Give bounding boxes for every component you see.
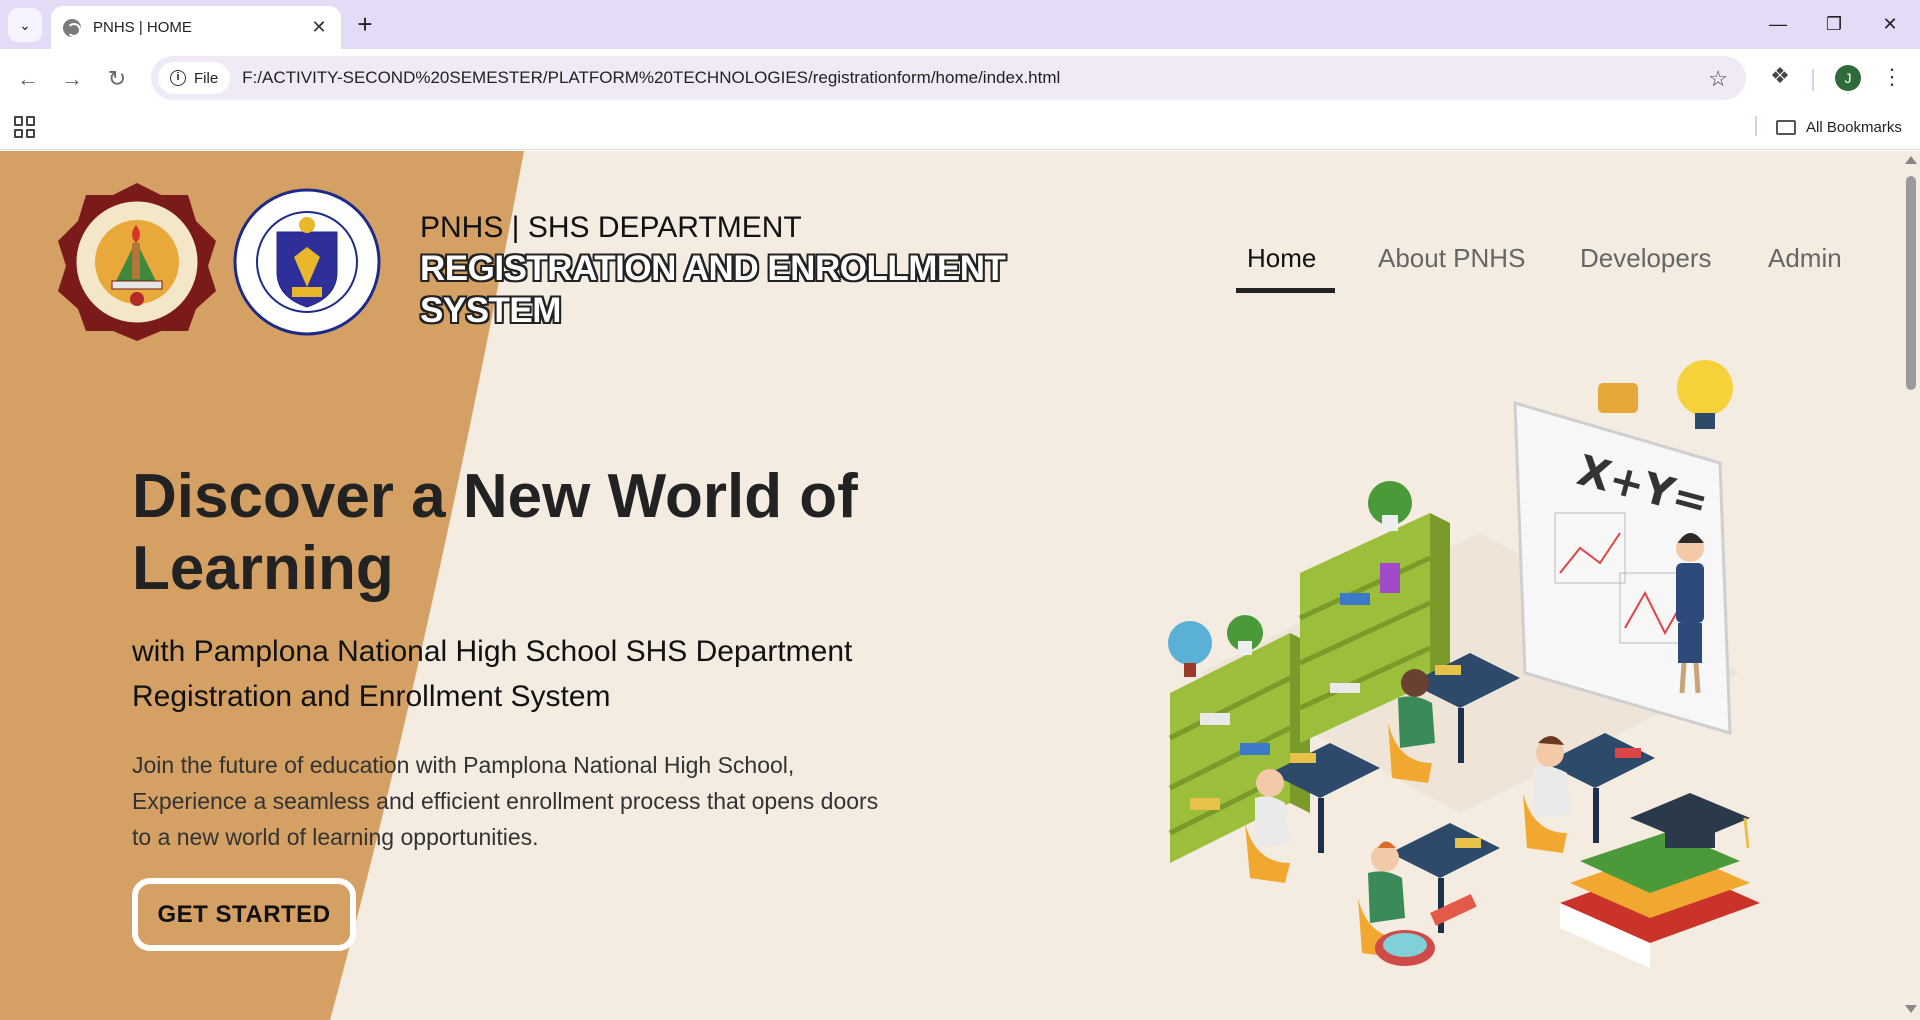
star-icon[interactable]: ☆ xyxy=(1708,66,1728,92)
scroll-down-icon[interactable] xyxy=(1905,1005,1917,1013)
site-chip-label: File xyxy=(194,69,219,87)
web-page: PNHS | SHS DEPARTMENT REGISTRATION AND E… xyxy=(0,151,1902,1020)
address-bar[interactable]: i File F:/ACTIVITY-SECOND%20SEMESTER/PLA… xyxy=(151,56,1746,100)
nav-developers[interactable]: Developers xyxy=(1580,243,1712,274)
new-tab-button[interactable]: + xyxy=(350,10,380,40)
hero-title: Discover a New World of Learning xyxy=(132,462,858,603)
lightbulb xyxy=(1677,360,1733,429)
close-icon[interactable]: ✕ xyxy=(309,17,329,38)
get-started-button[interactable]: GET STARTED xyxy=(132,878,356,951)
toolbar-separator xyxy=(1812,69,1814,91)
nav-about[interactable]: About PNHS xyxy=(1378,243,1525,274)
reload-icon[interactable]: ↻ xyxy=(101,63,133,95)
tab-title: PNHS | HOME xyxy=(93,19,192,36)
folder-icon xyxy=(1776,119,1796,135)
student-desk-4 xyxy=(1523,733,1655,853)
pnhs-school-logo xyxy=(58,183,216,341)
bookmarks-bar: All Bookmarks xyxy=(0,108,1920,150)
window-close-icon[interactable]: ✕ xyxy=(1870,8,1910,40)
forward-icon[interactable]: → xyxy=(56,63,88,95)
apps-icon[interactable] xyxy=(14,116,36,138)
system-title: REGISTRATION AND ENROLLMENT SYSTEM xyxy=(420,249,1006,330)
avatar[interactable]: J xyxy=(1835,65,1861,91)
back-icon[interactable]: ← xyxy=(12,63,44,95)
more-icon[interactable]: ⋮ xyxy=(1880,63,1904,93)
extensions-icon[interactable]: ❖ xyxy=(1766,63,1794,91)
browser-tab[interactable]: PNHS | HOME ✕ xyxy=(51,6,341,49)
tab-list-icon[interactable]: ⌄ xyxy=(8,8,42,42)
all-bookmarks-button[interactable]: All Bookmarks xyxy=(1776,114,1902,140)
browser-toolbar: ← → ↻ i File F:/ACTIVITY-SECOND%20SEMEST… xyxy=(0,49,1920,108)
restore-icon[interactable]: ❐ xyxy=(1814,8,1854,40)
scroll-up-icon[interactable] xyxy=(1905,156,1917,164)
deped-seal-logo xyxy=(233,188,381,336)
minimize-icon[interactable]: — xyxy=(1758,8,1798,40)
browser-tab-strip: ⌄ PNHS | HOME ✕ + — ❐ ✕ xyxy=(0,0,1920,49)
bookmarks-separator xyxy=(1755,116,1757,136)
books-graduation-cap xyxy=(1560,793,1760,968)
site-info-chip[interactable]: i File xyxy=(158,62,231,94)
hero-description: Join the future of education with Pamplo… xyxy=(132,752,879,850)
scrollbar-thumb[interactable] xyxy=(1906,176,1916,390)
hero-subtitle: with Pamplona National High School SHS D… xyxy=(132,635,853,713)
nav-admin[interactable]: Admin xyxy=(1768,243,1842,274)
classroom-illustration: X+Y= xyxy=(1168,360,1760,968)
nav-active-indicator xyxy=(1236,288,1335,293)
nav-home[interactable]: Home xyxy=(1247,243,1316,274)
url-text[interactable]: F:/ACTIVITY-SECOND%20SEMESTER/PLATFORM%2… xyxy=(242,68,1060,88)
info-icon: i xyxy=(170,70,186,86)
globe-icon xyxy=(63,18,81,37)
department-heading: PNHS | SHS DEPARTMENT xyxy=(420,211,802,244)
all-bookmarks-label: All Bookmarks xyxy=(1806,118,1902,136)
